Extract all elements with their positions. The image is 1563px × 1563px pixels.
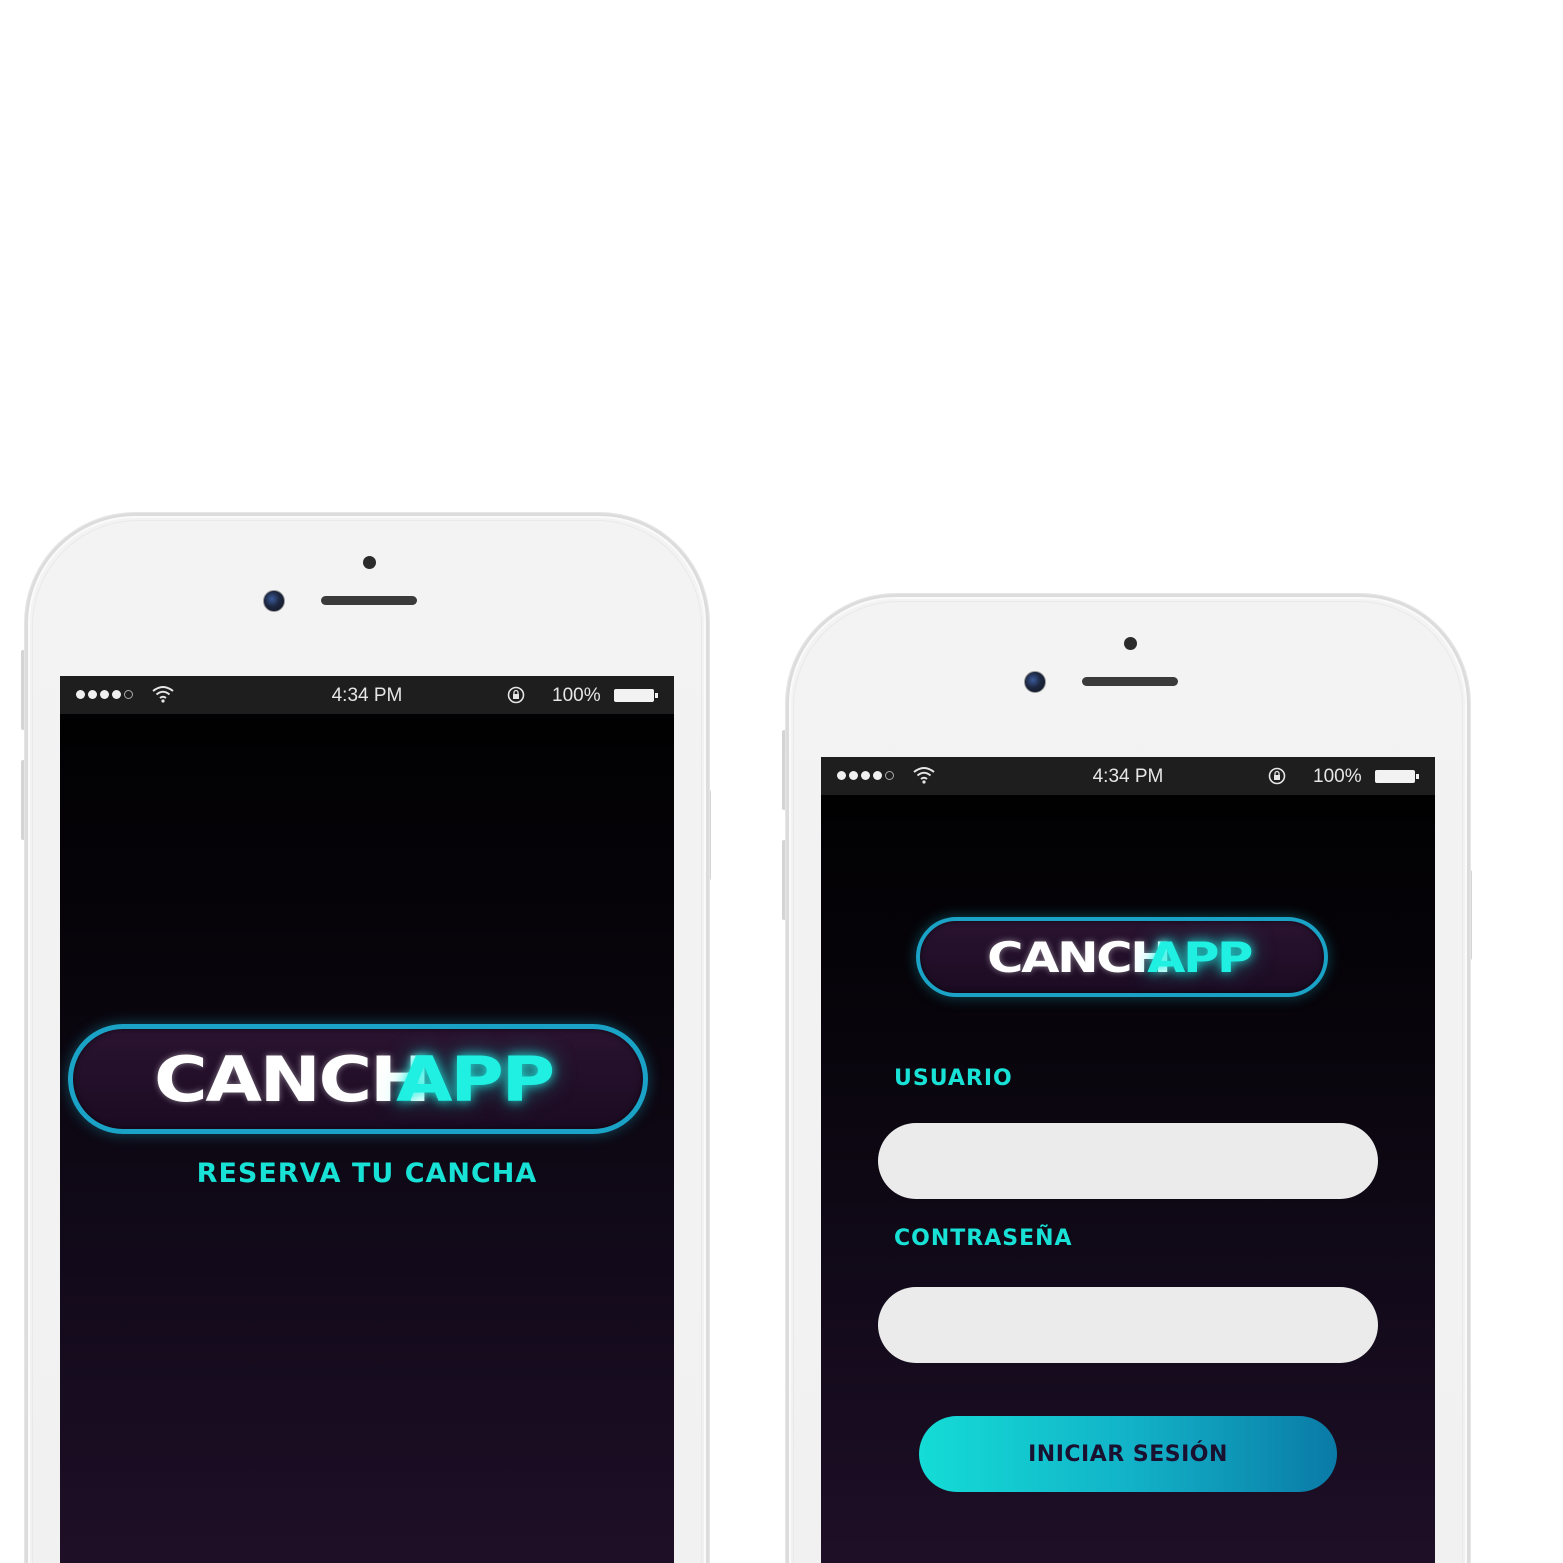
logo-text-canch: CANCH [986, 932, 1172, 982]
status-bar: 4:34 PM 100% [821, 757, 1435, 795]
splash-tagline: RESERVA TU CANCHA [196, 1158, 538, 1189]
earpiece-speaker [321, 596, 417, 605]
logo-text-app: APP [395, 1042, 555, 1116]
canchapp-logo: CANCH APP [916, 917, 1328, 997]
front-camera [1024, 671, 1046, 693]
battery-icon [1375, 770, 1419, 783]
login-screen: 4:34 PM 100% CANCH APP USUARIO CONTRASEÑA… [821, 757, 1435, 1563]
phone-frame-login: 4:34 PM 100% CANCH APP USUARIO CONTRASEÑA… [786, 594, 1470, 1563]
canchapp-logo: CANCH APP [68, 1024, 648, 1134]
login-button[interactable]: INICIAR SESIÓN [919, 1416, 1337, 1492]
battery-percent: 100% [1313, 766, 1362, 787]
splash-screen: 4:34 PM 100% CANCH APP RESERVA TU CANCHA [60, 676, 674, 1563]
battery-icon [614, 689, 658, 702]
proximity-sensor [1124, 637, 1137, 650]
battery-percent: 100% [552, 685, 601, 706]
status-bar: 4:34 PM 100% [60, 676, 674, 714]
username-input[interactable] [878, 1123, 1378, 1199]
logo-text-canch: CANCH [154, 1042, 431, 1116]
mockup-canvas: 4:34 PM 100% CANCHAPP RESERVA TU CANCHA [0, 0, 1563, 1563]
lock-rotation-icon [1268, 767, 1286, 785]
lock-rotation-icon [507, 686, 525, 704]
password-label: CONTRASEÑA [894, 1226, 1073, 1251]
front-camera [263, 590, 285, 612]
earpiece-speaker [1082, 677, 1178, 686]
username-label: USUARIO [894, 1066, 1013, 1091]
proximity-sensor [363, 556, 376, 569]
phone-frame-splash: 4:34 PM 100% CANCH APP RESERVA TU CANCHA [25, 513, 709, 1563]
password-input[interactable] [878, 1287, 1378, 1363]
logo-text-app: APP [1147, 932, 1253, 982]
